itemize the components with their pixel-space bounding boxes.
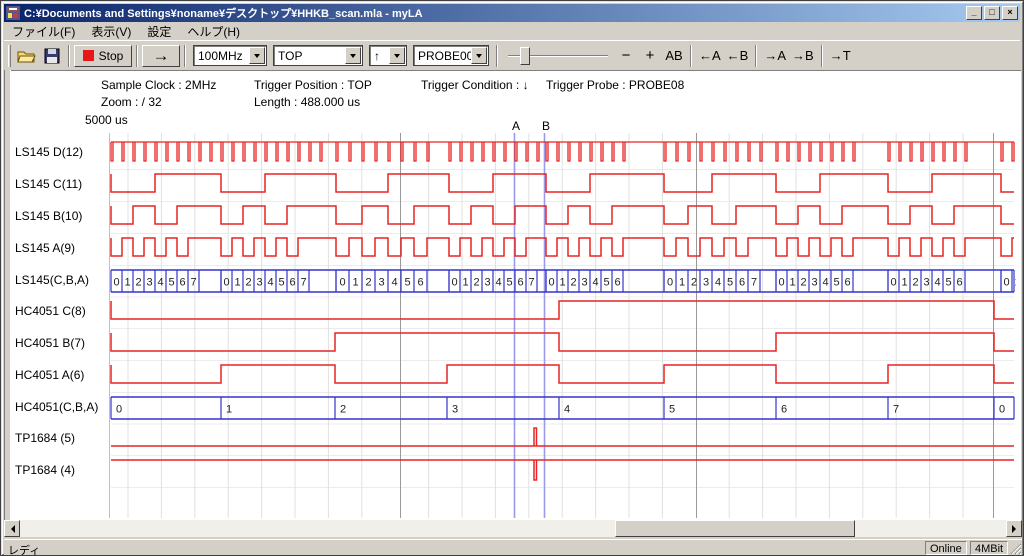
scroll-right-button[interactable] — [1006, 520, 1022, 537]
trigger-position-combo-value: TOP — [274, 49, 345, 63]
app-window: C:¥Documents and Settings¥noname¥デスクトップ¥… — [0, 0, 1024, 556]
sample-clock-label: Sample Clock : 2MHz — [101, 78, 216, 92]
ab-cursor-button[interactable]: AB — [662, 45, 686, 67]
resize-grip[interactable] — [1009, 542, 1022, 555]
probe-combo-value: PROBE00 — [414, 49, 471, 63]
zoom-label: Zoom : / 32 — [101, 95, 162, 109]
open-button[interactable] — [14, 45, 40, 67]
minimize-button[interactable]: _ — [966, 6, 982, 20]
goto-trigger-button[interactable]: →T — [827, 45, 854, 67]
folder-open-icon — [17, 48, 37, 64]
zoom-in-button[interactable]: + — [638, 45, 662, 67]
trigger-condition-label: Trigger Condition : ↓ — [421, 78, 529, 92]
app-icon — [6, 6, 20, 20]
clock-combo-value: 100MHz — [194, 49, 249, 63]
channel-label: HC4051 B(7) — [15, 336, 109, 350]
channel-label: LS145(C,B,A) — [15, 273, 109, 287]
save-button[interactable] — [40, 45, 64, 67]
chevron-down-icon[interactable] — [345, 47, 361, 64]
stop-icon — [83, 50, 94, 61]
stop-label: Stop — [99, 49, 124, 63]
scroll-thumb[interactable] — [615, 520, 855, 537]
floppy-icon — [44, 48, 60, 64]
statusbar: レディ Online 4MBit — [4, 539, 1022, 555]
status-memory: 4MBit — [970, 541, 1008, 555]
status-ready: レディ — [8, 542, 40, 556]
toolbar-separator — [821, 45, 823, 67]
toolbar-separator — [136, 45, 138, 67]
maximize-button[interactable]: □ — [984, 6, 1000, 20]
horizontal-scrollbar[interactable] — [4, 520, 1022, 537]
menu-item-3[interactable]: ヘルプ(H) — [179, 22, 248, 41]
cursor-a-label[interactable]: A — [509, 119, 523, 133]
toolbar-separator — [496, 45, 498, 67]
trigger-edge-combo[interactable]: ↑ — [369, 45, 407, 66]
clock-combo[interactable]: 100MHz — [193, 45, 267, 66]
probe-combo[interactable]: PROBE00 — [413, 45, 489, 66]
set-cursor-b-button[interactable]: →B — [789, 45, 817, 67]
trigger-position-label: Trigger Position : TOP — [254, 78, 372, 92]
channel-label: HC4051 C(8) — [15, 304, 109, 318]
zoom-slider-thumb[interactable] — [520, 47, 530, 65]
length-label: Length : 488.000 us — [254, 95, 360, 109]
goto-cursor-a-button[interactable]: ←A — [696, 45, 724, 67]
menu-item-0[interactable]: ファイル(F) — [4, 22, 83, 41]
toolbar-grip[interactable] — [8, 45, 11, 67]
trigger-position-combo[interactable]: TOP — [273, 45, 363, 66]
arrow-right-icon: → — [153, 46, 170, 66]
toolbar: Stop → 100MHz TOP ↑ PROBE00 − + AB ←A — [4, 40, 1020, 70]
toolbar-separator — [184, 45, 186, 67]
left-splitter[interactable] — [4, 70, 11, 520]
window-title: C:¥Documents and Settings¥noname¥デスクトップ¥… — [24, 5, 964, 21]
status-online: Online — [925, 541, 967, 555]
close-button[interactable]: × — [1002, 6, 1018, 20]
scroll-left-button[interactable] — [4, 520, 20, 537]
chevron-down-icon[interactable] — [471, 47, 487, 64]
toolbar-separator — [755, 45, 757, 67]
channel-label: HC4051(C,B,A) — [15, 400, 109, 414]
window-titlebar[interactable]: C:¥Documents and Settings¥noname¥デスクトップ¥… — [4, 4, 1020, 22]
channel-label: LS145 C(11) — [15, 177, 109, 191]
menubar: ファイル(F)表示(V)設定ヘルプ(H) — [4, 22, 1020, 40]
zoom-slider[interactable] — [508, 45, 608, 67]
trigger-probe-label: Trigger Probe : PROBE08 — [546, 78, 684, 92]
channel-label: LS145 A(9) — [15, 241, 109, 255]
run-button[interactable]: → — [142, 45, 180, 67]
toolbar-separator — [690, 45, 692, 67]
channel-label: TP1684 (5) — [15, 431, 109, 445]
goto-cursor-b-button[interactable]: ←B — [724, 45, 752, 67]
triangle-right-icon — [1012, 525, 1020, 533]
stop-button[interactable]: Stop — [74, 45, 132, 67]
chevron-down-icon[interactable] — [389, 47, 405, 64]
chevron-down-icon[interactable] — [249, 47, 265, 64]
set-cursor-a-button[interactable]: →A — [761, 45, 789, 67]
channel-label: LS145 D(12) — [15, 145, 109, 159]
trigger-edge-combo-value: ↑ — [370, 49, 389, 63]
triangle-left-icon — [7, 525, 15, 533]
zoom-out-button[interactable]: − — [614, 45, 638, 67]
channel-label: TP1684 (4) — [15, 463, 109, 477]
toolbar-separator — [68, 45, 70, 67]
channel-label: HC4051 A(6) — [15, 368, 109, 382]
time-scale-label: 5000 us — [85, 113, 128, 127]
waveform-area[interactable] — [11, 70, 1021, 520]
cursor-b-label[interactable]: B — [539, 119, 553, 133]
menu-item-2[interactable]: 設定 — [139, 22, 179, 41]
channel-label: LS145 B(10) — [15, 209, 109, 223]
menu-item-1[interactable]: 表示(V) — [83, 22, 139, 41]
